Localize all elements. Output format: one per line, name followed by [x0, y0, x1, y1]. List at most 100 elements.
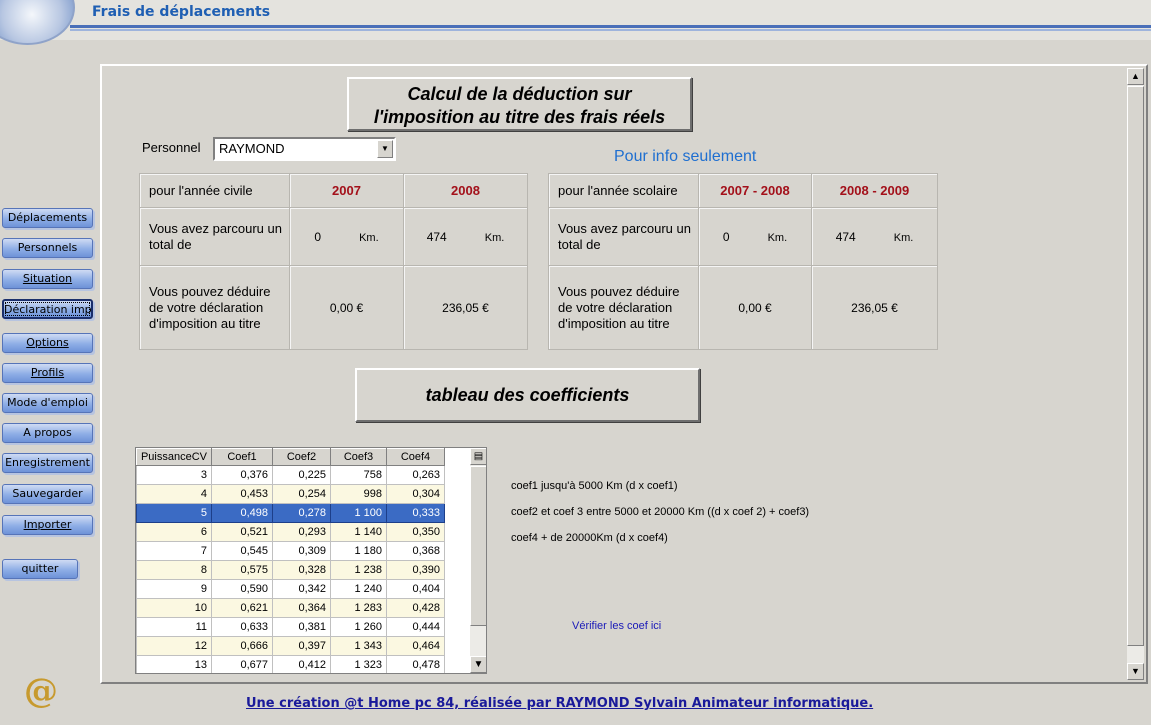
table-row[interactable]: 6 0,521 0,293 1 140 0,350 — [136, 522, 445, 542]
table-cell[interactable]: 0,278 — [272, 503, 331, 523]
footer-credit-link[interactable]: Une création @t Home pc 84, réalisée par… — [246, 696, 873, 711]
table-cell[interactable]: 0,381 — [272, 617, 331, 637]
table-cell[interactable]: 12 — [136, 636, 212, 656]
table-cell[interactable]: 1 260 — [330, 617, 387, 637]
table-cell[interactable]: 0,545 — [211, 541, 273, 561]
table-cell[interactable]: 0,633 — [211, 617, 273, 637]
chevron-down-icon[interactable]: ▼ — [377, 140, 393, 158]
table-row[interactable]: 3 0,376 0,225 758 0,263 — [136, 465, 445, 485]
table-cell[interactable]: 0,478 — [386, 655, 445, 673]
table-cell[interactable]: 0,498 — [211, 503, 273, 523]
grid-options-icon[interactable]: ▤ — [470, 448, 486, 465]
table-cell[interactable]: 0,590 — [211, 579, 273, 599]
table-cell[interactable]: 0,342 — [272, 579, 331, 599]
table-cell[interactable]: 1 240 — [330, 579, 387, 599]
table-row[interactable]: 10 0,621 0,364 1 283 0,428 — [136, 598, 445, 618]
table-cell[interactable]: 7 — [136, 541, 212, 561]
table-cell[interactable]: 0,364 — [272, 598, 331, 618]
table-cell[interactable]: 0,293 — [272, 522, 331, 542]
table-cell[interactable]: 0,666 — [211, 636, 273, 656]
coef-header-coef3[interactable]: Coef3 — [330, 448, 387, 466]
km-unit: Km. — [893, 231, 914, 244]
table-cell[interactable]: 0,521 — [211, 522, 273, 542]
table-cell[interactable]: 0,390 — [386, 560, 445, 580]
table-cell[interactable]: 0,453 — [211, 484, 273, 504]
table-cell[interactable]: 0,368 — [386, 541, 445, 561]
sidebar-item-deplacements[interactable]: Déplacements — [2, 208, 93, 228]
page-title: Calcul de la déduction sur l'imposition … — [347, 77, 692, 131]
quit-button[interactable]: quitter — [2, 559, 78, 579]
sidebar-item-personnels[interactable]: Personnels — [2, 238, 93, 258]
sidebar-item-a-propos[interactable]: A propos — [2, 423, 93, 443]
table-cell[interactable]: 0,350 — [386, 522, 445, 542]
table-cell[interactable]: 1 100 — [330, 503, 387, 523]
coef-grid[interactable]: PuissanceCV Coef1 Coef2 Coef3 Coef4 3 0,3… — [135, 447, 487, 674]
table-cell[interactable]: 8 — [136, 560, 212, 580]
sidebar-item-sauvegarder[interactable]: Sauvegarder — [2, 484, 93, 504]
sidebar-item-importer[interactable]: Importer — [2, 515, 93, 535]
table-cell[interactable]: 1 343 — [330, 636, 387, 656]
table-row[interactable]: 12 0,666 0,397 1 343 0,464 — [136, 636, 445, 656]
verify-coef-link[interactable]: Vérifier les coef ici — [572, 620, 661, 632]
table-cell[interactable]: 1 140 — [330, 522, 387, 542]
table-cell[interactable]: 0,428 — [386, 598, 445, 618]
at-logo-icon: @ — [24, 671, 58, 711]
coef-header-coef1[interactable]: Coef1 — [211, 448, 273, 466]
coef-header-puissance[interactable]: PuissanceCV — [136, 448, 212, 466]
table-cell[interactable]: 5 — [136, 503, 212, 523]
table-cell[interactable]: 0,575 — [211, 560, 273, 580]
table-row[interactable]: 8 0,575 0,328 1 238 0,390 — [136, 560, 445, 580]
table-cell[interactable]: 0,397 — [272, 636, 331, 656]
table-cell[interactable]: 0,309 — [272, 541, 331, 561]
table-cell[interactable]: 9 — [136, 579, 212, 599]
table-cell[interactable]: 0,464 — [386, 636, 445, 656]
table-cell[interactable]: 3 — [136, 465, 212, 485]
table-cell[interactable]: 998 — [330, 484, 387, 504]
scroll-down-icon[interactable]: ▼ — [470, 656, 486, 673]
table-cell[interactable]: 10 — [136, 598, 212, 618]
sidebar-item-mode-emploi[interactable]: Mode d'emploi — [2, 393, 93, 413]
table-cell[interactable]: 1 238 — [330, 560, 387, 580]
table-cell[interactable]: 4 — [136, 484, 212, 504]
sidebar-item-enregistrement[interactable]: Enregistrement — [2, 453, 93, 473]
sidebar-item-profils[interactable]: Profils — [2, 363, 93, 383]
table-cell[interactable]: 0,376 — [211, 465, 273, 485]
table-cell[interactable]: 0,404 — [386, 579, 445, 599]
table-cell[interactable]: 1 180 — [330, 541, 387, 561]
table-cell[interactable]: 0,225 — [272, 465, 331, 485]
table-row[interactable]: 13 0,677 0,412 1 323 0,478 — [136, 655, 445, 673]
main-scroll-thumb[interactable] — [1127, 86, 1144, 646]
coef-grid-scrollbar[interactable]: ▤ ▼ — [470, 448, 486, 673]
table-cell[interactable]: 0,412 — [272, 655, 331, 673]
table-cell[interactable]: 1 283 — [330, 598, 387, 618]
table-cell[interactable]: 0,328 — [272, 560, 331, 580]
scroll-down-icon[interactable]: ▼ — [1127, 663, 1144, 680]
table-row[interactable]: 9 0,590 0,342 1 240 0,404 — [136, 579, 445, 599]
table-row[interactable]: 11 0,633 0,381 1 260 0,444 — [136, 617, 445, 637]
table-cell[interactable]: 0,444 — [386, 617, 445, 637]
sidebar-item-declaration-impot[interactable]: Déclaration impôt — [2, 299, 93, 319]
table-cell[interactable]: 0,333 — [386, 503, 445, 523]
table-cell[interactable]: 758 — [330, 465, 387, 485]
school-deduction-label: Vous pouvez déduire de votre déclaration… — [548, 265, 699, 350]
table-cell[interactable]: 6 — [136, 522, 212, 542]
coef-header-coef4[interactable]: Coef4 — [386, 448, 445, 466]
table-cell[interactable]: 0,677 — [211, 655, 273, 673]
sidebar-item-options[interactable]: Options — [2, 333, 93, 353]
scroll-up-icon[interactable]: ▲ — [1127, 68, 1144, 85]
coef-header-coef2[interactable]: Coef2 — [272, 448, 331, 466]
coef-grid-scroll-thumb[interactable] — [470, 466, 486, 626]
table-row[interactable]: 4 0,453 0,254 998 0,304 — [136, 484, 445, 504]
table-cell[interactable]: 1 323 — [330, 655, 387, 673]
table-cell[interactable]: 0,263 — [386, 465, 445, 485]
table-cell[interactable]: 13 — [136, 655, 212, 673]
table-cell[interactable]: 0,304 — [386, 484, 445, 504]
table-cell[interactable]: 0,621 — [211, 598, 273, 618]
sidebar-item-situation[interactable]: Situation — [2, 269, 93, 289]
table-cell[interactable]: 11 — [136, 617, 212, 637]
table-cell[interactable]: 0,254 — [272, 484, 331, 504]
personnel-select[interactable]: RAYMOND ▼ — [213, 137, 396, 161]
table-row[interactable]: 5 0,498 0,278 1 100 0,333 — [136, 503, 445, 523]
table-row[interactable]: 7 0,545 0,309 1 180 0,368 — [136, 541, 445, 561]
main-scrollbar[interactable]: ▲ ▼ — [1127, 68, 1144, 680]
